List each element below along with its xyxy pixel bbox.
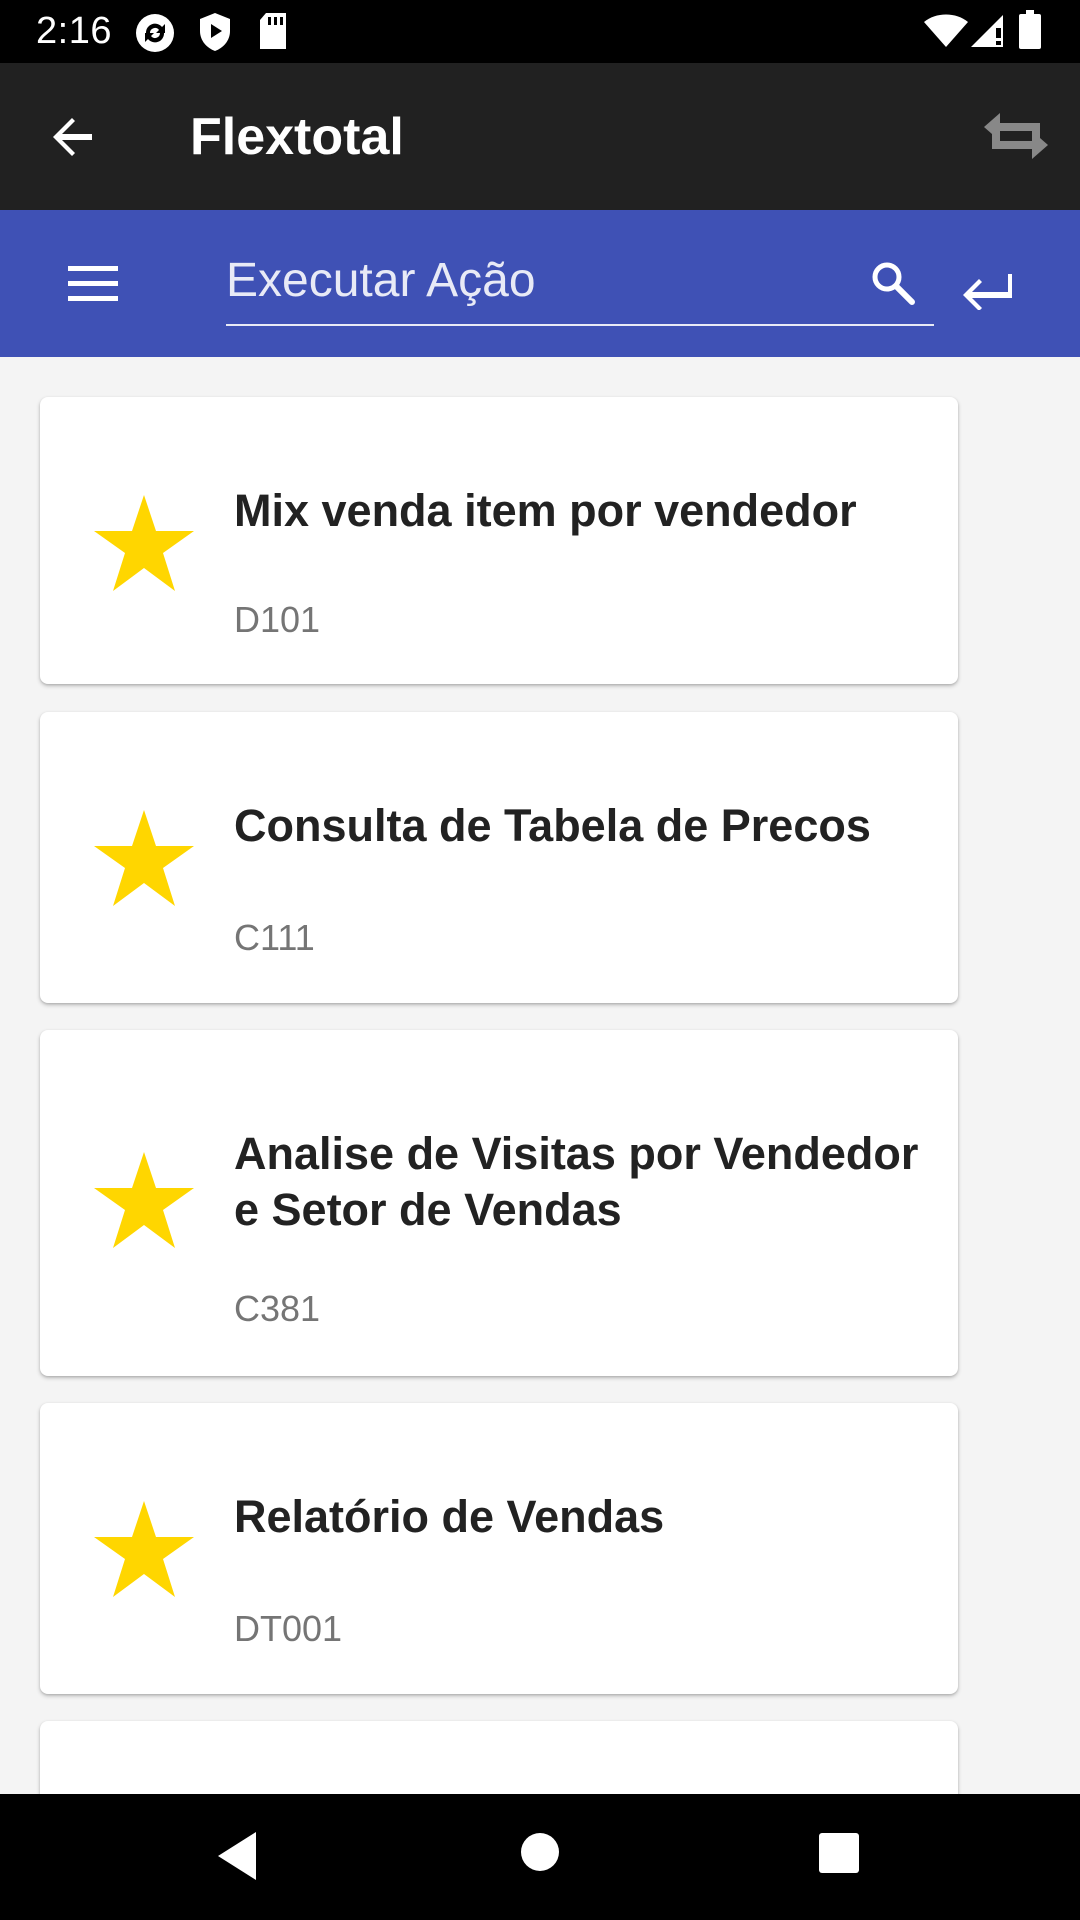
star-icon[interactable] bbox=[92, 1499, 196, 1599]
list-item[interactable]: Relatório de Vendas DT001 bbox=[40, 1403, 958, 1694]
star-icon[interactable] bbox=[92, 1150, 196, 1250]
item-title: Mix venda item por vendedor bbox=[234, 485, 857, 536]
item-title: Relatório de Vendas bbox=[234, 1491, 665, 1542]
search-icon[interactable] bbox=[870, 260, 916, 306]
system-nav-bar bbox=[0, 1794, 1080, 1920]
list-item[interactable]: Analise de Visitas por Vendedor e Setor … bbox=[40, 1030, 958, 1376]
hamburger-menu-icon[interactable] bbox=[66, 262, 122, 306]
sync-icon[interactable] bbox=[976, 103, 1056, 169]
recents-square-icon[interactable] bbox=[818, 1832, 860, 1874]
item-code: D101 bbox=[234, 599, 321, 640]
list-item[interactable]: Consulta de Tabela de Precos C111 bbox=[40, 712, 958, 1003]
wifi-icon bbox=[924, 14, 968, 47]
search-input[interactable] bbox=[226, 240, 846, 320]
star-icon[interactable] bbox=[92, 808, 196, 908]
page-title: Flextotal bbox=[190, 108, 404, 166]
back-triangle-icon[interactable] bbox=[216, 1830, 260, 1882]
search-field bbox=[226, 240, 934, 326]
list-item[interactable] bbox=[40, 1721, 958, 1794]
sync-app-icon bbox=[136, 14, 174, 52]
app-bar: Flextotal bbox=[0, 63, 1080, 210]
sd-card-icon bbox=[260, 13, 286, 49]
item-code: DT001 bbox=[234, 1608, 343, 1649]
arrow-left-icon[interactable] bbox=[46, 109, 102, 165]
item-code: C111 bbox=[234, 917, 315, 958]
star-icon[interactable] bbox=[92, 493, 196, 593]
shield-icon bbox=[200, 13, 230, 51]
item-title: Analise de Visitas por Vendedor e Setor … bbox=[234, 1128, 919, 1235]
list-item[interactable]: Mix venda item por vendedor D101 bbox=[40, 397, 958, 684]
item-title: Consulta de Tabela de Precos bbox=[234, 800, 871, 851]
item-code: C381 bbox=[234, 1288, 321, 1329]
action-list: Mix venda item por vendedor D101 Consult… bbox=[0, 357, 1080, 1794]
status-bar: 2:16 bbox=[0, 0, 1080, 63]
home-circle-icon[interactable] bbox=[520, 1832, 560, 1872]
signal-icon bbox=[971, 15, 1003, 47]
keyboard-return-icon[interactable] bbox=[958, 270, 1014, 310]
action-search-bar bbox=[0, 210, 1080, 357]
battery-icon bbox=[1019, 10, 1041, 49]
status-time: 2:16 bbox=[36, 10, 112, 52]
